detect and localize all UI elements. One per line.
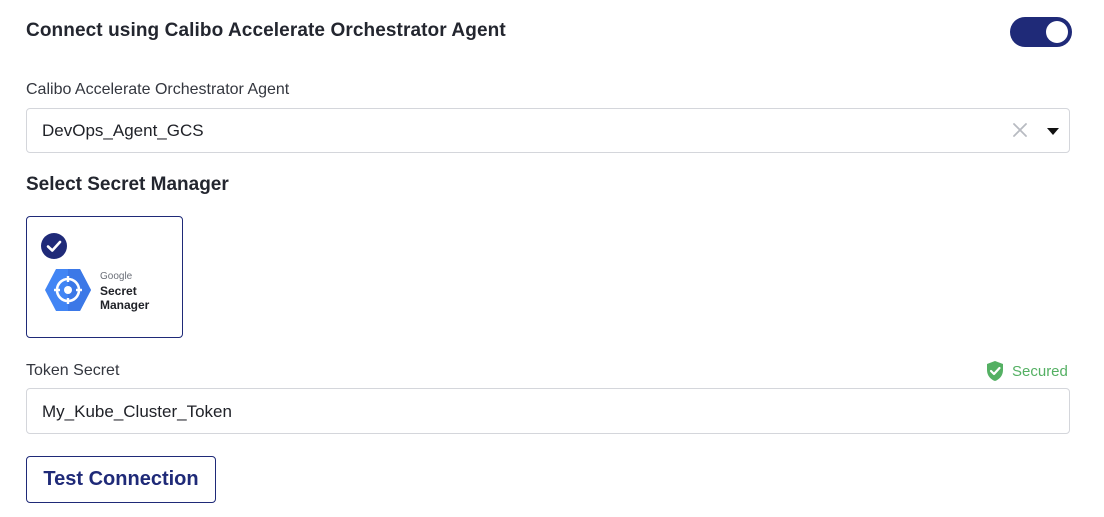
connect-agent-title: Connect using Calibo Accelerate Orchestr… xyxy=(26,20,506,41)
google-secret-manager-card[interactable]: Google Secret Manager xyxy=(26,216,183,338)
token-secret-input[interactable]: My_Kube_Cluster_Token xyxy=(26,388,1070,434)
token-secret-label: Token Secret xyxy=(26,362,120,379)
secured-status-text: Secured xyxy=(1012,362,1068,380)
agent-field-label: Calibo Accelerate Orchestrator Agent xyxy=(26,81,290,98)
connection-settings-panel: Connect using Calibo Accelerate Orchestr… xyxy=(0,0,1104,517)
agent-select[interactable]: DevOps_Agent_GCS xyxy=(26,108,1070,153)
agent-select-value: DevOps_Agent_GCS xyxy=(42,121,204,140)
check-circle-icon xyxy=(41,233,67,259)
shield-check-icon xyxy=(987,361,1003,381)
secured-status: Secured xyxy=(985,360,1068,382)
token-secret-value: My_Kube_Cluster_Token xyxy=(42,402,232,421)
product-name-line2: Manager xyxy=(100,298,150,312)
toggle-knob xyxy=(1046,21,1068,43)
close-icon[interactable] xyxy=(1010,120,1030,140)
caret-down-icon[interactable] xyxy=(1046,127,1060,136)
test-connection-button[interactable]: Test Connection xyxy=(26,456,216,503)
connect-agent-toggle[interactable] xyxy=(1010,17,1072,47)
brand-google-label: Google xyxy=(100,271,133,282)
google-secret-manager-logo xyxy=(45,269,91,311)
google-secret-manager-label: Google Secret Manager xyxy=(100,270,149,312)
product-name-line1: Secret xyxy=(100,284,137,298)
secret-manager-title: Select Secret Manager xyxy=(26,174,229,195)
